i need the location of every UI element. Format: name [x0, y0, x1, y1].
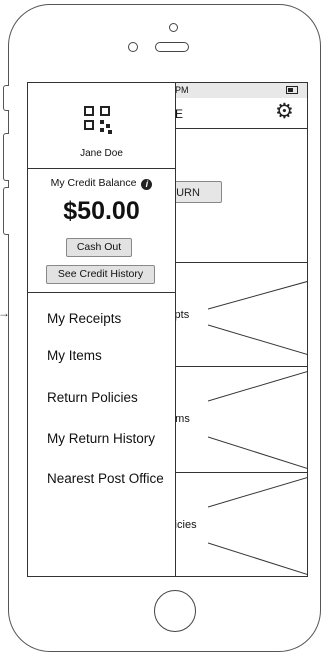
menu-item-my-receipts[interactable]: My Receipts [47, 311, 121, 326]
speaker-grille [155, 42, 189, 52]
camera-icon [169, 23, 178, 32]
image-placeholder [208, 281, 307, 355]
see-credit-history-button[interactable]: See Credit History [46, 265, 155, 284]
qr-code-icon[interactable] [84, 106, 116, 134]
cash-out-button[interactable]: Cash Out [66, 238, 132, 257]
credit-label-text: My Credit Balance [50, 177, 137, 189]
home-button[interactable] [154, 590, 196, 632]
status-time: PM [175, 85, 189, 95]
mute-switch [3, 85, 9, 111]
user-name: Jane Doe [80, 148, 123, 159]
menu-item-my-return-history[interactable]: My Return History [47, 431, 155, 446]
phone-screen: PM E ⚙ ETURN eipts tems olicies Jane Doe… [27, 82, 308, 577]
menu-item-return-policies[interactable]: Return Policies [47, 390, 138, 405]
app-title: E [175, 107, 184, 121]
image-placeholder [208, 477, 307, 575]
volume-up-button [3, 133, 9, 181]
image-placeholder [208, 371, 307, 469]
profile-section: Jane Doe [28, 83, 175, 169]
gear-icon[interactable]: ⚙ [275, 101, 294, 122]
arrow-icon: → [0, 306, 10, 320]
battery-icon [286, 86, 298, 94]
volume-down-button [3, 187, 9, 235]
info-icon[interactable]: i [141, 179, 153, 190]
navigation-drawer: Jane Doe My Credit Balance i $50.00 Cash… [28, 83, 176, 576]
credit-balance-label: My Credit Balance i [28, 177, 175, 190]
credit-section: My Credit Balance i $50.00 Cash Out See … [28, 169, 175, 293]
front-camera [128, 42, 138, 52]
menu-item-nearest-post-office[interactable]: Nearest Post Office [47, 471, 164, 486]
credit-balance-amount: $50.00 [63, 197, 140, 225]
menu-item-my-items[interactable]: My Items [47, 348, 102, 363]
